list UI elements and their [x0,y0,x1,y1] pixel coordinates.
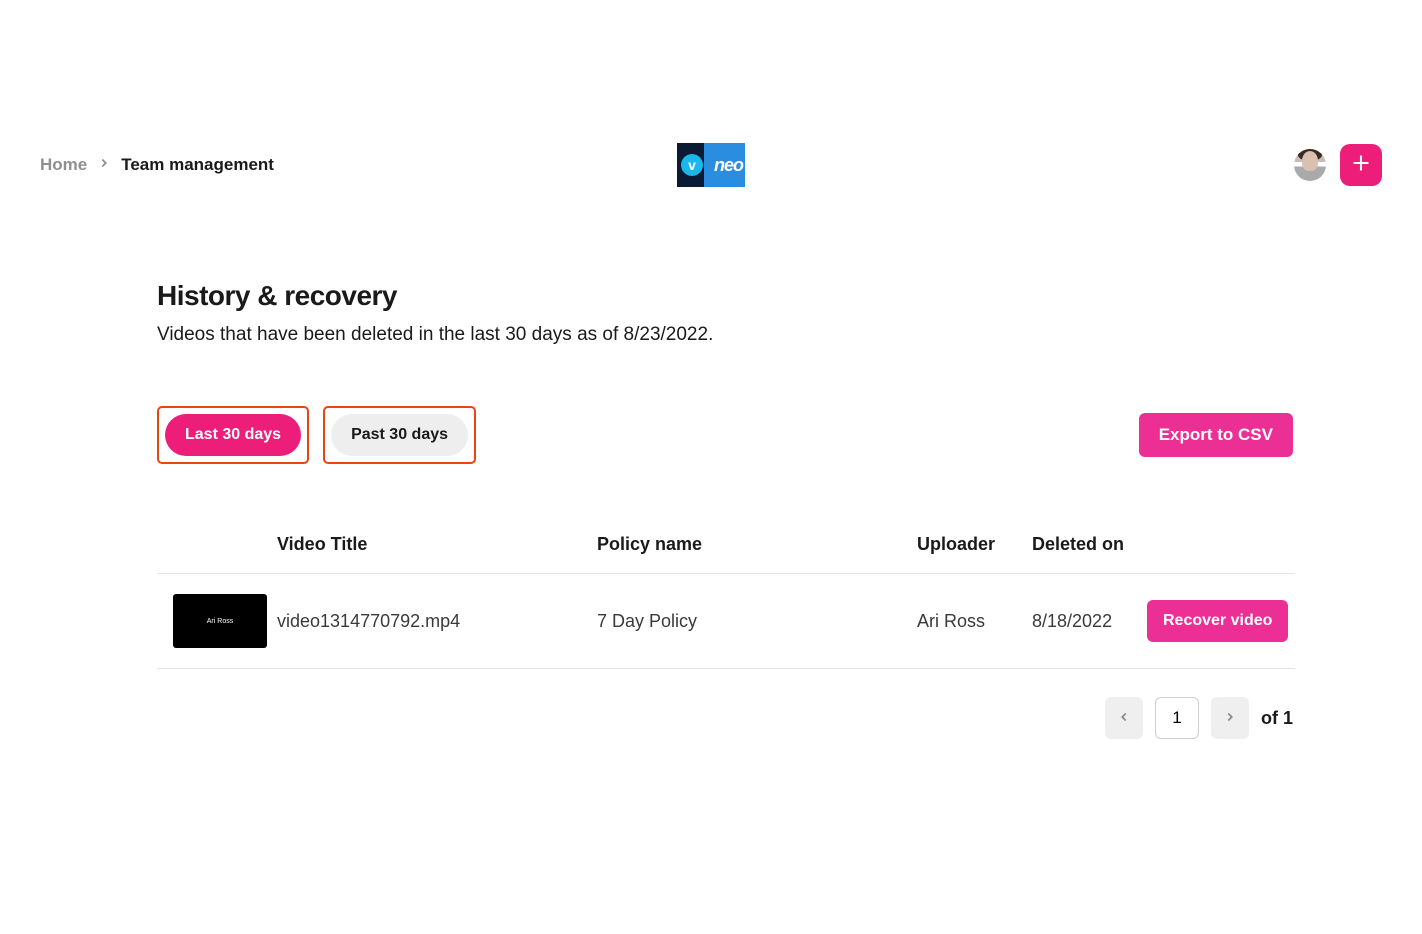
page-of-label: of 1 [1261,708,1293,729]
chevron-right-icon [97,155,111,175]
chevron-left-icon [1117,710,1131,727]
deleted-videos-table: Video Title Policy name Uploader Deleted… [157,534,1295,669]
highlight-box: Last 30 days [157,406,309,464]
page-title: History & recovery [157,280,1295,312]
col-policy-name: Policy name [597,534,917,555]
plus-icon [1351,153,1371,178]
chevron-right-icon [1223,710,1237,727]
cell-deleted-on: 8/18/2022 [1032,611,1147,632]
cell-uploader: Ari Ross [917,611,1032,632]
page-next-button[interactable] [1211,697,1249,739]
filter-past-30-days[interactable]: Past 30 days [331,414,468,456]
recover-video-button[interactable]: Recover video [1147,600,1288,642]
breadcrumb: Home Team management [40,155,274,175]
breadcrumb-current: Team management [121,155,274,175]
brand-logo: v neo [677,143,745,187]
pagination: of 1 [157,669,1295,739]
avatar[interactable] [1294,149,1326,181]
add-button[interactable] [1340,144,1382,186]
breadcrumb-home[interactable]: Home [40,155,87,175]
page-prev-button[interactable] [1105,697,1143,739]
highlight-box: Past 30 days [323,406,476,464]
col-deleted-on: Deleted on [1032,534,1147,555]
filter-last-30-days[interactable]: Last 30 days [165,414,301,456]
col-video-title: Video Title [277,534,597,555]
cell-policy: 7 Day Policy [597,611,917,632]
cell-video-title: video1314770792.mp4 [277,611,597,632]
page-subtitle: Videos that have been deleted in the las… [157,324,1295,346]
table-row: Ari Ross video1314770792.mp4 7 Day Polic… [157,574,1295,669]
col-uploader: Uploader [917,534,1032,555]
video-thumbnail[interactable]: Ari Ross [173,594,267,648]
page-number-input[interactable] [1155,697,1199,739]
export-csv-button[interactable]: Export to CSV [1139,413,1293,457]
